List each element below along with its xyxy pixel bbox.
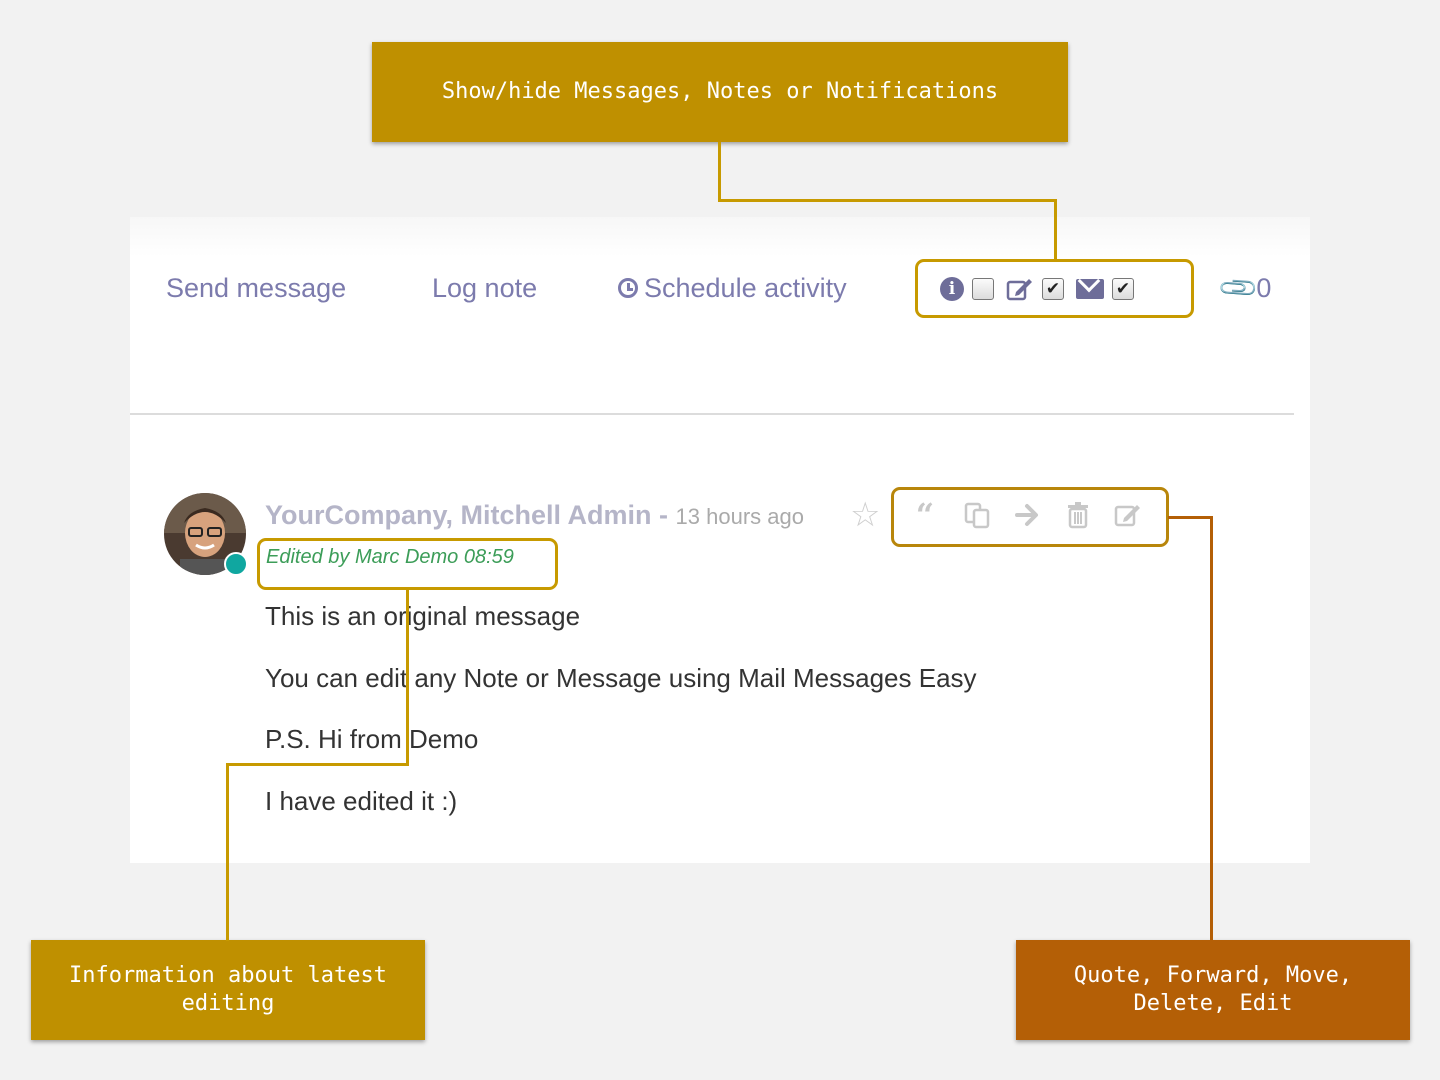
connector-line (1054, 199, 1057, 261)
message-line: This is an original message (265, 601, 581, 631)
schedule-activity-label: Schedule activity (644, 273, 847, 303)
message-line: P.S. Hi from Demo (265, 724, 479, 754)
message-line: You can edit any Note or Message using M… (265, 663, 977, 693)
connector-line (226, 763, 409, 766)
paperclip-icon: 📎 (1216, 265, 1261, 311)
callout-actions-text: Quote, Forward, Move, Delete, Edit (1073, 963, 1353, 1016)
connector-line (226, 763, 229, 941)
attachments-button[interactable]: 📎0 (1216, 266, 1271, 310)
clock-icon (618, 278, 638, 298)
callout-editing-info-text: Information about latest editing (69, 963, 387, 1016)
log-note-button[interactable]: Log note (432, 272, 537, 304)
schedule-activity-button[interactable]: Schedule activity (618, 272, 847, 304)
edited-highlight (257, 538, 558, 590)
star-icon[interactable]: ☆ (850, 495, 880, 535)
message-time: 13 hours ago (675, 504, 804, 529)
connector-line (1210, 516, 1213, 941)
callout-editing-info: Information about latest editing (31, 940, 425, 1040)
log-note-label: Log note (432, 273, 538, 303)
send-message-label: Send message (166, 273, 347, 303)
divider (130, 413, 1294, 415)
online-status-dot (224, 552, 248, 576)
callout-actions: Quote, Forward, Move, Delete, Edit (1016, 940, 1410, 1040)
actions-highlight (891, 487, 1169, 547)
message-line: I have edited it :) (265, 786, 458, 816)
connector-line (718, 199, 1057, 202)
header-separator: - (651, 500, 676, 530)
connector-line (406, 589, 409, 765)
message-header: YourCompany, Mitchell Admin - 13 hours a… (265, 498, 804, 534)
send-message-button[interactable]: Send message (166, 272, 346, 304)
connector-line (718, 142, 721, 201)
callout-filters-text: Show/hide Messages, Notes or Notificatio… (441, 79, 999, 104)
author-name[interactable]: YourCompany, Mitchell Admin (265, 500, 652, 530)
connector-line (1168, 516, 1213, 519)
callout-filters: Show/hide Messages, Notes or Notificatio… (372, 42, 1068, 142)
filters-highlight (915, 259, 1194, 318)
